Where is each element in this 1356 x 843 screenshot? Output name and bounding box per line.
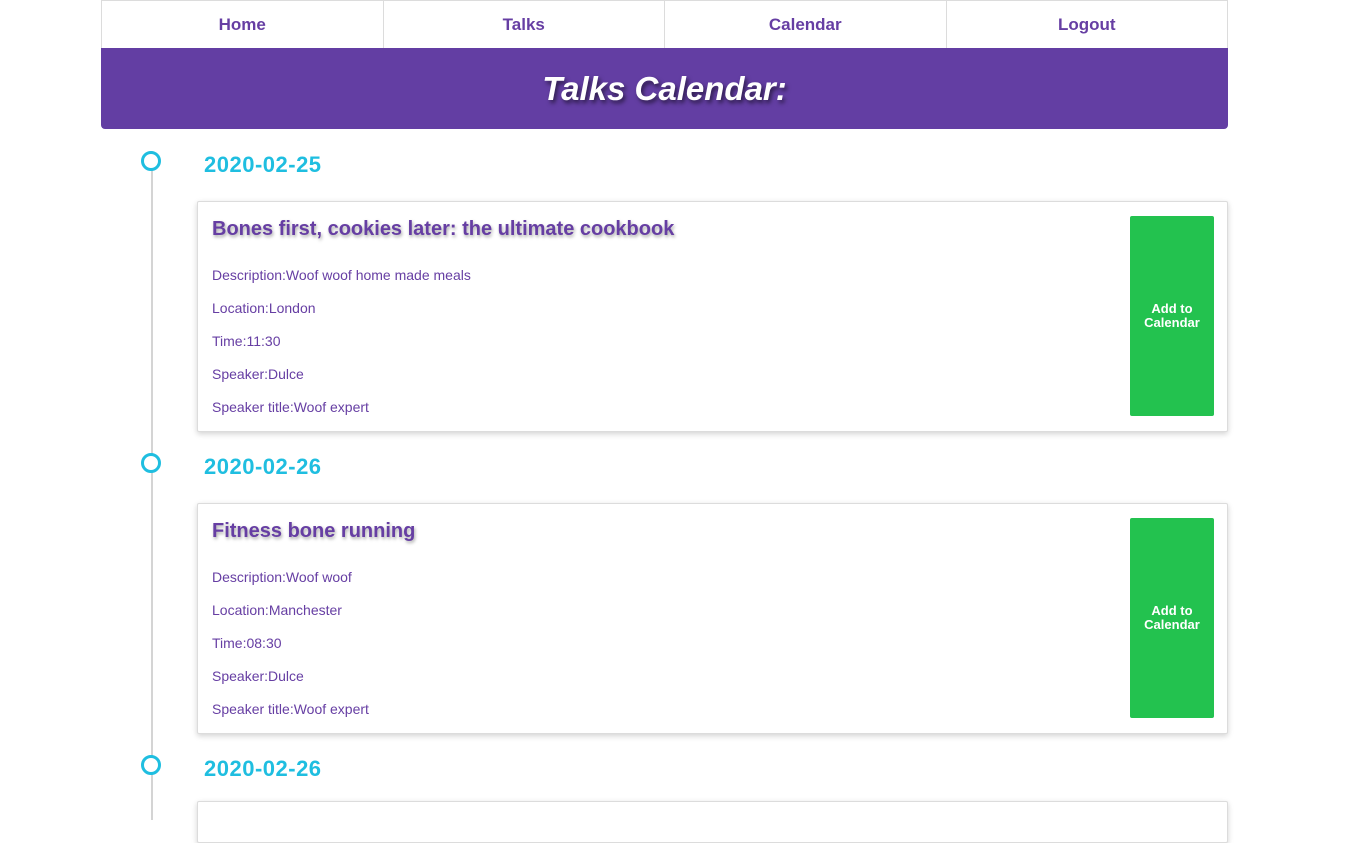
- timeline-dot: [141, 151, 161, 171]
- nav-home[interactable]: Home: [102, 1, 384, 48]
- talk-card: [197, 801, 1228, 843]
- talk-date: 2020-02-25: [204, 152, 322, 177]
- timeline-dot: [141, 755, 161, 775]
- talk-speaker-title: Speaker title:Woof expert: [212, 701, 369, 717]
- talk-date: 2020-02-26: [204, 454, 322, 479]
- talk-location: Location:Manchester: [212, 602, 342, 618]
- timeline-line: [151, 160, 153, 820]
- talk-card: Fitness bone running Description:Woof wo…: [197, 503, 1228, 734]
- talk-date: 2020-02-26: [204, 756, 322, 781]
- talk-description: Description:Woof woof: [212, 569, 352, 585]
- talk-title: Fitness bone running: [212, 520, 416, 542]
- talk-time: Time:11:30: [212, 333, 281, 349]
- talk-time: Time:08:30: [212, 635, 282, 651]
- talk-speaker: Speaker:Dulce: [212, 668, 304, 684]
- nav-logout[interactable]: Logout: [947, 1, 1228, 48]
- nav-talks[interactable]: Talks: [384, 1, 665, 48]
- add-to-calendar-button[interactable]: Add to Calendar: [1130, 216, 1214, 416]
- page-banner: Talks Calendar:: [101, 48, 1228, 129]
- talk-speaker-title: Speaker title:Woof expert: [212, 399, 369, 415]
- add-to-calendar-button[interactable]: Add to Calendar: [1130, 518, 1214, 718]
- nav-calendar[interactable]: Calendar: [665, 1, 947, 48]
- timeline-dot: [141, 453, 161, 473]
- top-nav: Home Talks Calendar Logout: [101, 0, 1228, 48]
- talk-description: Description:Woof woof home made meals: [212, 267, 471, 283]
- talk-speaker: Speaker:Dulce: [212, 366, 304, 382]
- talk-title: Bones first, cookies later: the ultimate…: [212, 218, 675, 240]
- talk-location: Location:London: [212, 300, 316, 316]
- talk-card: Bones first, cookies later: the ultimate…: [197, 201, 1228, 432]
- page-title: Talks Calendar:: [542, 69, 787, 107]
